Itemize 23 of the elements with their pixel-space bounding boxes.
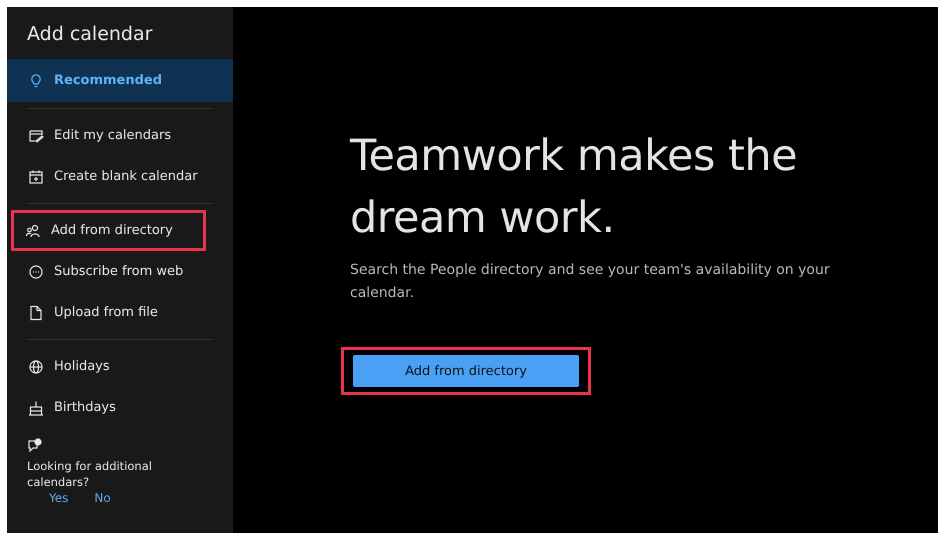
sidebar-item[interactable]: Add from directory	[11, 210, 206, 251]
subscribe-icon	[28, 264, 44, 280]
panel-title: Add calendar	[26, 22, 154, 47]
feedback-question: Looking for additional calendars?	[26, 458, 153, 490]
sidebar-item[interactable]: Recommended	[7, 59, 233, 102]
file-icon	[28, 304, 44, 320]
sidebar-item[interactable]: Upload from file	[7, 292, 207, 333]
add-from-directory-button[interactable]: Add from directory	[353, 355, 579, 387]
calendar-add-icon	[28, 168, 44, 184]
yes-link[interactable]: Yes	[49, 491, 68, 505]
sidebar-item[interactable]: Create blank calendar	[7, 156, 207, 197]
no-link[interactable]: No	[94, 491, 111, 505]
people-icon	[25, 222, 41, 238]
cake-icon	[28, 400, 44, 416]
headline: Teamwork makes the dream work.	[350, 130, 798, 245]
feedback-icon	[27, 438, 43, 454]
description: Search the People directory and see your team's availability on your calendar.	[350, 261, 831, 303]
sidebar-item[interactable]: Edit my calendars	[7, 115, 207, 156]
sidebar-item[interactable]: Holidays	[7, 346, 207, 387]
sidebar-item[interactable]: Birthdays	[7, 387, 207, 428]
sidebar-item[interactable]: Subscribe from web	[7, 251, 207, 292]
edit-calendar-icon	[28, 128, 44, 144]
globe-icon	[28, 358, 44, 374]
